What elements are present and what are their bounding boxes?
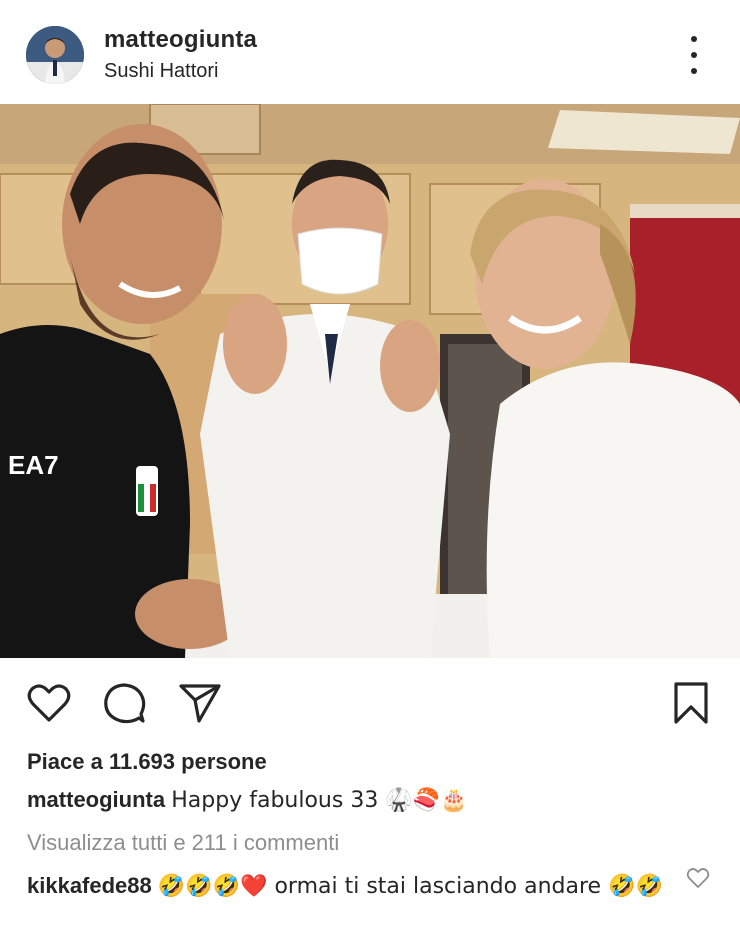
caption-text: Happy fabulous 33 🥋🍣🎂 xyxy=(171,788,468,813)
avatar[interactable] xyxy=(26,26,84,84)
comment-text: 🤣🤣🤣❤️ ormai ti stai lasciando andare 🤣🤣 xyxy=(157,874,663,899)
paper-plane-icon[interactable] xyxy=(177,680,223,726)
comment-username[interactable]: kikkafede88 xyxy=(27,873,152,898)
comment-item: kikkafede88 🤣🤣🤣❤️ ormai ti stai lasciand… xyxy=(27,869,667,904)
svg-text:EA7: EA7 xyxy=(8,450,59,480)
caption-username[interactable]: matteogiunta xyxy=(27,787,165,812)
heart-outline-small-icon[interactable] xyxy=(686,866,710,890)
bookmark-icon[interactable] xyxy=(668,680,714,726)
post-photo[interactable]: EA7 xyxy=(0,104,740,658)
heart-icon[interactable] xyxy=(26,680,72,726)
username[interactable]: matteogiunta xyxy=(104,26,257,54)
likes-count[interactable]: Piace a 11.693 persone xyxy=(27,749,267,775)
more-options-icon[interactable] xyxy=(680,36,708,74)
caption: matteogiunta Happy fabulous 33 🥋🍣🎂 xyxy=(27,787,468,813)
post-header: matteogiunta Sushi Hattori xyxy=(0,0,740,104)
comment-bubble-icon[interactable] xyxy=(101,680,147,726)
view-all-comments-link[interactable]: Visualizza tutti e 211 i commenti xyxy=(27,830,339,856)
location-label[interactable]: Sushi Hattori xyxy=(104,60,219,83)
post-actions xyxy=(0,672,740,732)
